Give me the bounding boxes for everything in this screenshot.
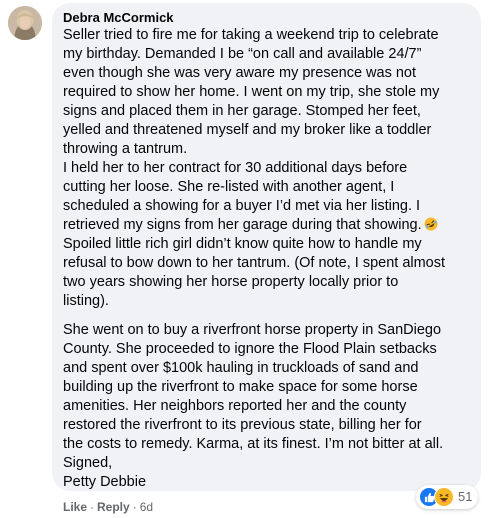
comment-line: restored the riverfront to its previous …: [63, 417, 422, 433]
comment-line: listing).: [63, 293, 109, 309]
comment-actions: Like · Reply · 6d: [63, 499, 153, 515]
like-button[interactable]: Like: [63, 499, 87, 515]
comment-line: cutting her loose. She re-listed with an…: [63, 179, 395, 195]
comment-line: Signed,: [63, 455, 113, 471]
comment-line: two years showing her horse property loc…: [63, 274, 399, 290]
comment-line: Petty Debbie: [63, 474, 147, 490]
comment-line: and spent over $100k hauling in truckloa…: [63, 360, 419, 376]
avatar[interactable]: [8, 6, 42, 40]
reaction-summary[interactable]: 51: [416, 485, 479, 509]
comment-line: refusal to bow down to her tantrum. (Of …: [63, 255, 446, 271]
action-separator: ·: [132, 500, 137, 514]
comment-line: even though she was very aware my presen…: [63, 65, 417, 81]
reaction-count: 51: [458, 489, 473, 504]
comment-line: signs and placed them in her garage. Sto…: [63, 103, 421, 119]
comment-line: Spoiled little rich girl didn’t know qui…: [63, 236, 422, 252]
comment-bubble: Debra McCormick Seller tried to fire me …: [52, 3, 481, 491]
comment-line: Seller tried to fire me for taking a wee…: [63, 27, 439, 43]
rolling-on-floor-laughing-emoji-icon: [424, 217, 438, 231]
comment-line: the costs to remedy. Karma, at its fines…: [63, 436, 444, 452]
action-separator: ·: [90, 500, 95, 514]
comment-line-with-emoji: retrieved my signs from her garage durin…: [63, 216, 469, 235]
comment-line: required to show her home. I went on my …: [63, 84, 440, 100]
comment-paragraph-1: Seller tried to fire me for taking a wee…: [63, 26, 469, 311]
reply-button[interactable]: Reply: [97, 499, 130, 515]
comment-timestamp[interactable]: 6d: [140, 499, 153, 515]
haha-reaction-icon: [434, 487, 454, 507]
comment-author[interactable]: Debra McCormick: [63, 10, 469, 26]
comment-line: my birthday. Demanded I be “on call and …: [63, 46, 422, 62]
comment-paragraph-2: She went on to buy a riverfront horse pr…: [63, 321, 469, 492]
comment-line: She went on to buy a riverfront horse pr…: [63, 322, 442, 338]
comment-line: County. She proceeded to ignore the Floo…: [63, 341, 437, 357]
comment-line: amenities. Her neighbors reported her an…: [63, 398, 407, 414]
comment-line-text: retrieved my signs from her garage durin…: [63, 217, 422, 233]
comment-line: scheduled a showing for a buyer I’d met …: [63, 198, 421, 214]
comment-line: building up the riverfront to make space…: [63, 379, 418, 395]
comment-line: throwing a tantrum.: [63, 141, 188, 157]
comment-line: yelled and threatened myself and my brok…: [63, 122, 432, 138]
comment-line: I held her to her contract for 30 additi…: [63, 160, 408, 176]
